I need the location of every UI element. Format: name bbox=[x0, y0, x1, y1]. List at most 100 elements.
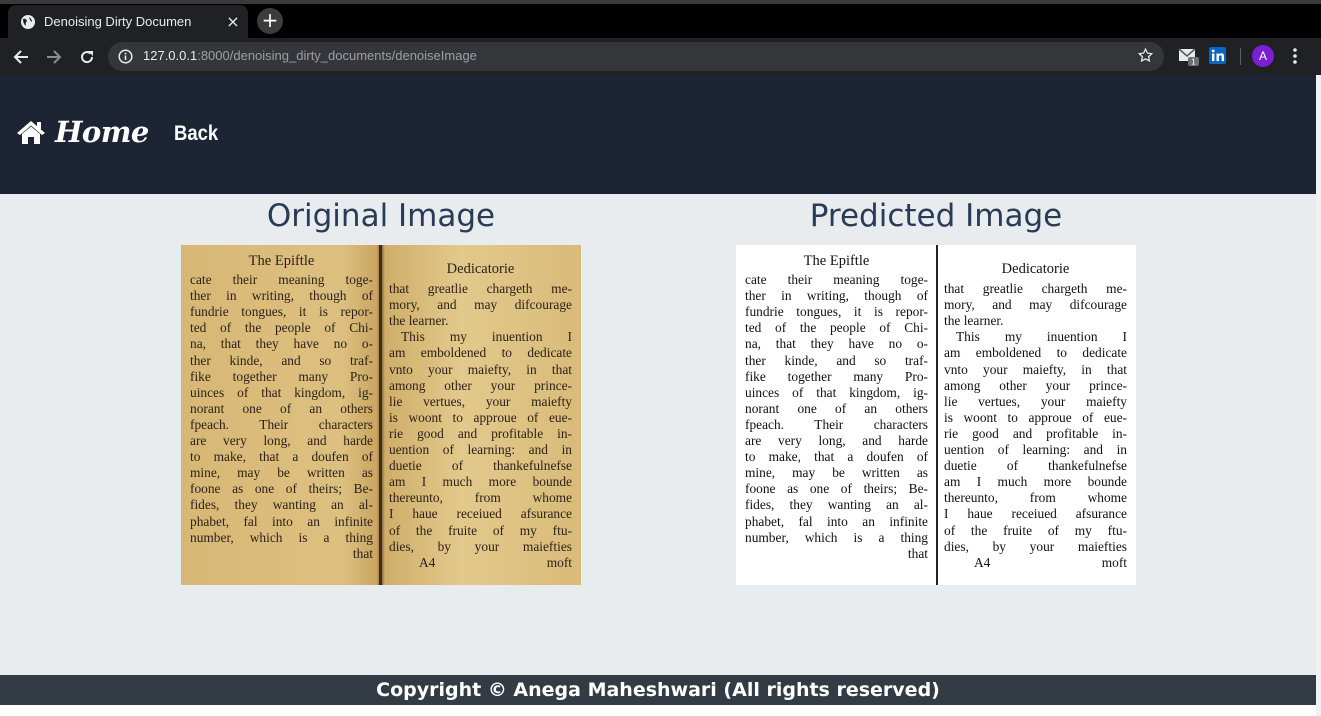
page-heading: The Epiftle bbox=[248, 253, 315, 269]
right-page-text: Dedicatorie that greatlie chargeth me-mo… bbox=[944, 253, 1127, 571]
page-line: fike together many Pro- bbox=[190, 368, 373, 384]
page-line: fundrie tongues, it is repor- bbox=[745, 304, 928, 320]
page-line: rie good and profitable in- bbox=[389, 425, 572, 441]
page-line: that bbox=[352, 545, 373, 561]
scrollbar[interactable] bbox=[1316, 75, 1321, 716]
predicted-image-title: Predicted Image bbox=[809, 198, 1063, 234]
reload-icon[interactable] bbox=[75, 45, 99, 69]
page-line: phabet, fal into an infinite bbox=[745, 513, 928, 529]
page-line: that greatlie chargeth me- bbox=[944, 281, 1127, 297]
page-line: lie vertues, your maiefty bbox=[944, 393, 1127, 409]
page-line: duetie of thankefulnefse bbox=[389, 458, 572, 474]
tab-close-button[interactable]: × bbox=[223, 12, 243, 31]
page-line: the learner. bbox=[389, 313, 449, 329]
browser-tab[interactable]: Denoising Dirty Documen × bbox=[8, 5, 248, 38]
browser-toolbar: 127.0.0.1:8000/denoising_dirty_documents… bbox=[0, 38, 1321, 75]
page-heading: Dedicatorie bbox=[1001, 261, 1070, 277]
left-page-text: The Epiftle cate their meaning toge-ther… bbox=[190, 253, 373, 562]
page-line: This my inuention I bbox=[401, 329, 572, 345]
new-tab-button[interactable]: + bbox=[257, 8, 283, 34]
profile-avatar[interactable]: A bbox=[1252, 45, 1274, 67]
more-menu-icon[interactable] bbox=[1286, 46, 1304, 66]
page-line: ther in writing, though of bbox=[190, 288, 373, 304]
page-line: fpeach. Their characters bbox=[745, 416, 928, 432]
left-page-text: The Epiftle cate their meaning toge-ther… bbox=[745, 253, 928, 562]
signature-mark: A4 bbox=[974, 554, 991, 570]
page-line: is woont to approue of eue- bbox=[389, 409, 572, 425]
text-lines: cate their meaning toge-ther in writing,… bbox=[745, 272, 928, 546]
forward-arrow-icon[interactable] bbox=[42, 45, 66, 69]
page-line: fides, they wanting an al- bbox=[190, 497, 373, 513]
site-navbar: Home Back bbox=[0, 75, 1316, 194]
text-lines: cate their meaning toge-ther in writing,… bbox=[190, 272, 373, 546]
page-line: ther in writing, though of bbox=[745, 288, 928, 304]
page-bottom-area bbox=[0, 705, 1316, 716]
page-line: phabet, fal into an infinite bbox=[190, 513, 373, 529]
page-line: This my inuention I bbox=[956, 329, 1127, 345]
page-line: cate their meaning toge- bbox=[745, 272, 928, 288]
signature-mark: A4 bbox=[419, 554, 436, 570]
text-lines: that greatlie chargeth me-mory, and may … bbox=[389, 281, 572, 555]
page-line: thereunto, from whome bbox=[389, 490, 572, 506]
page-line: foone as one of theirs; Be- bbox=[745, 481, 928, 497]
page-line: foone as one of theirs; Be- bbox=[190, 481, 373, 497]
tab-title: Denoising Dirty Documen bbox=[44, 14, 192, 29]
page-footer: A4 moft bbox=[944, 555, 1127, 571]
page-line: ther kinde, and so traf- bbox=[745, 352, 928, 368]
page-line: lie vertues, your maiefty bbox=[389, 393, 572, 409]
page-line: that bbox=[907, 545, 928, 561]
page-line: ther kinde, and so traf- bbox=[190, 352, 373, 368]
page-line: to make, that a doufen of bbox=[745, 449, 928, 465]
mail-extension-icon[interactable]: 1 bbox=[1178, 47, 1200, 71]
page-line: cate their meaning toge- bbox=[190, 272, 373, 288]
bookmark-star-icon[interactable] bbox=[1137, 47, 1154, 68]
page-line: uention of learning: and in bbox=[944, 442, 1127, 458]
catchword: moft bbox=[1101, 554, 1127, 570]
page-line: are very long, and harde bbox=[745, 433, 928, 449]
page-line: am I much more bounde bbox=[389, 474, 572, 490]
page-line: vnto your maiefty, in that bbox=[389, 361, 572, 377]
page-line: mory, and may difcourage bbox=[944, 297, 1127, 313]
page-line: am emboldened to dedicate bbox=[944, 345, 1127, 361]
page-line: mine, may be written as bbox=[190, 465, 373, 481]
page-line: that greatlie chargeth me- bbox=[389, 281, 572, 297]
page-line: am emboldened to dedicate bbox=[389, 345, 572, 361]
page-line: duetie of thankefulnefse bbox=[944, 458, 1127, 474]
linkedin-icon[interactable] bbox=[1209, 47, 1226, 68]
back-arrow-icon[interactable] bbox=[9, 45, 33, 69]
page-line: I haue receiued afsurance bbox=[944, 506, 1127, 522]
page-line: vnto your maiefty, in that bbox=[944, 361, 1127, 377]
page-line: ted of the people of Chi- bbox=[745, 320, 928, 336]
toolbar-divider bbox=[1240, 48, 1241, 65]
page-line: fike together many Pro- bbox=[745, 368, 928, 384]
address-bar[interactable]: 127.0.0.1:8000/denoising_dirty_documents… bbox=[108, 42, 1164, 71]
page-line: is woont to approue of eue- bbox=[944, 409, 1127, 425]
page-line: among other your prince- bbox=[389, 377, 572, 393]
home-link-label: Home bbox=[55, 115, 149, 149]
page-line: fpeach. Their characters bbox=[190, 416, 373, 432]
home-icon bbox=[16, 119, 46, 145]
page-line: uinces of that kingdom, ig- bbox=[745, 384, 928, 400]
extension-badge: 1 bbox=[1191, 58, 1196, 67]
url-path: :8000/denoising_dirty_documents/denoiseI… bbox=[197, 48, 477, 63]
page-line: of the fruite of my ftu- bbox=[944, 522, 1127, 538]
url-text: 127.0.0.1:8000/denoising_dirty_documents… bbox=[143, 48, 477, 63]
back-link[interactable]: Back bbox=[174, 122, 218, 146]
home-link[interactable]: Home bbox=[16, 115, 149, 149]
page-line: am I much more bounde bbox=[944, 474, 1127, 490]
page-line: number, which is a thing bbox=[190, 529, 373, 545]
page-line: rie good and profitable in- bbox=[944, 425, 1127, 441]
page-line: norant one of an others bbox=[190, 400, 373, 416]
page-line: mory, and may difcourage bbox=[389, 297, 572, 313]
window-top-border bbox=[0, 0, 1321, 4]
site-footer: Copyright © Anega Maheshwari (All rights… bbox=[0, 675, 1316, 705]
book-gutter bbox=[379, 245, 382, 585]
page-line: dies, by your maiefties bbox=[389, 538, 572, 554]
page-line: of the fruite of my ftu- bbox=[389, 522, 572, 538]
page-line: to make, that a doufen of bbox=[190, 449, 373, 465]
info-icon[interactable] bbox=[118, 49, 133, 68]
page-line: thereunto, from whome bbox=[944, 490, 1127, 506]
text-lines: that greatlie chargeth me-mory, and may … bbox=[944, 281, 1127, 555]
page-line: mine, may be written as bbox=[745, 465, 928, 481]
original-image-title: Original Image bbox=[266, 198, 496, 234]
